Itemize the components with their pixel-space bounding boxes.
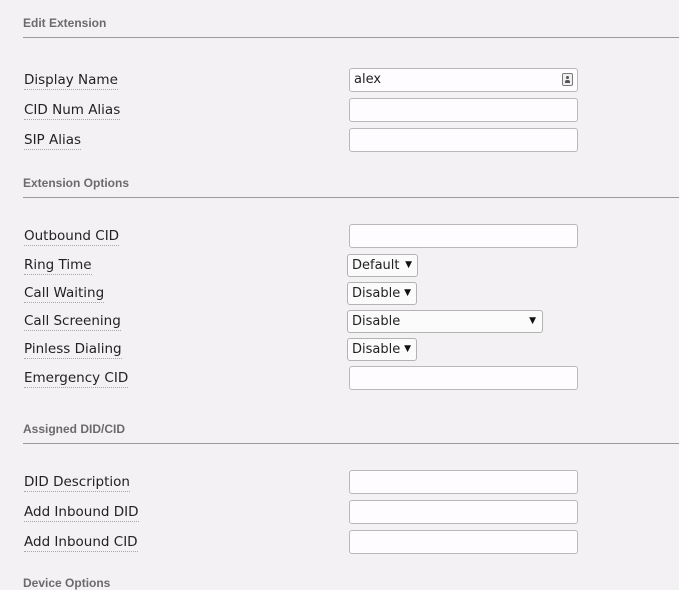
call-waiting-selected: Disable <box>352 286 401 301</box>
pinless-dialing-label: Pinless Dialing <box>24 341 122 359</box>
add-inbound-did-input[interactable] <box>349 500 578 524</box>
display-name-input[interactable]: alex <box>349 68 578 92</box>
did-description-label: DID Description <box>24 474 130 492</box>
call-screening-select[interactable]: Disable ▼ <box>347 310 543 333</box>
pinless-dialing-selected: Disable <box>352 342 401 357</box>
contact-card-icon[interactable] <box>562 73 573 86</box>
chevron-down-icon: ▼ <box>529 316 536 326</box>
outbound-cid-label: Outbound CID <box>24 228 120 246</box>
call-waiting-select[interactable]: Disable ▼ <box>347 282 417 305</box>
add-inbound-cid-input[interactable] <box>349 530 578 554</box>
call-screening-selected: Disable <box>352 314 401 329</box>
chevron-down-icon: ▼ <box>405 260 412 270</box>
section-divider <box>23 443 679 444</box>
ring-time-select[interactable]: Default ▼ <box>347 254 418 277</box>
section-divider <box>23 37 679 38</box>
cid-num-alias-input[interactable] <box>349 98 578 122</box>
section-divider <box>23 197 679 198</box>
call-screening-label: Call Screening <box>24 313 121 331</box>
pinless-dialing-select[interactable]: Disable ▼ <box>347 338 417 361</box>
emergency-cid-label: Emergency CID <box>24 370 129 388</box>
call-waiting-label: Call Waiting <box>24 285 105 303</box>
cid-num-alias-label: CID Num Alias <box>24 102 121 120</box>
display-name-value: alex <box>354 72 382 87</box>
section-header-device-options: Device Options <box>23 576 111 590</box>
outbound-cid-input[interactable] <box>349 224 578 248</box>
section-header-assigned-did-cid: Assigned DID/CID <box>23 422 126 436</box>
section-header-edit-extension: Edit Extension <box>23 16 107 30</box>
chevron-down-icon: ▼ <box>404 288 411 298</box>
chevron-down-icon: ▼ <box>404 344 411 354</box>
ring-time-label: Ring Time <box>24 257 92 275</box>
sip-alias-label: SIP Alias <box>24 132 82 150</box>
did-description-input[interactable] <box>349 470 578 494</box>
emergency-cid-input[interactable] <box>349 366 578 390</box>
add-inbound-cid-label: Add Inbound CID <box>24 534 138 552</box>
ring-time-selected: Default <box>352 258 400 273</box>
section-header-extension-options: Extension Options <box>23 176 130 190</box>
sip-alias-input[interactable] <box>349 128 578 152</box>
display-name-label: Display Name <box>24 72 118 90</box>
add-inbound-did-label: Add Inbound DID <box>24 504 139 522</box>
